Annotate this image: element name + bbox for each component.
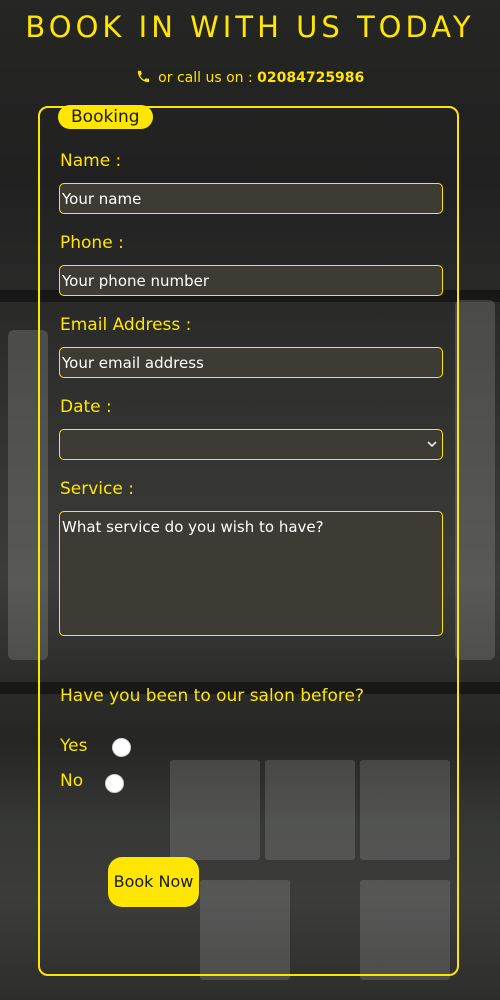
no-label: No [60,771,84,791]
service-label: Service : [60,479,134,499]
book-now-button[interactable]: Book Now [108,857,199,907]
name-input[interactable]: Your name [59,183,443,214]
phone-input[interactable]: Your phone number [59,265,443,296]
booking-legend: Booking [58,105,153,129]
name-label: Name : [60,151,122,171]
yes-label: Yes [60,736,88,756]
phone-label: Phone : [60,233,124,253]
phone-icon [137,70,149,83]
email-label: Email Address : [60,315,192,335]
service-textarea[interactable]: What service do you wish to have? [59,511,443,636]
call-prefix: or call us on : [158,70,258,86]
yes-radio[interactable] [112,738,131,757]
chevron-down-icon [427,441,437,448]
background-bottle [455,300,495,660]
date-select[interactable] [59,429,443,460]
date-label: Date : [60,397,112,417]
phone-number-link[interactable]: 02084725986 [257,70,364,86]
no-radio[interactable] [105,774,124,793]
call-line: or call us on : 02084725986 [0,69,500,86]
salon-question: Have you been to our salon before? [60,686,364,706]
email-input[interactable]: Your email address [59,347,443,378]
page-title: BOOK IN WITH US TODAY [25,10,475,44]
